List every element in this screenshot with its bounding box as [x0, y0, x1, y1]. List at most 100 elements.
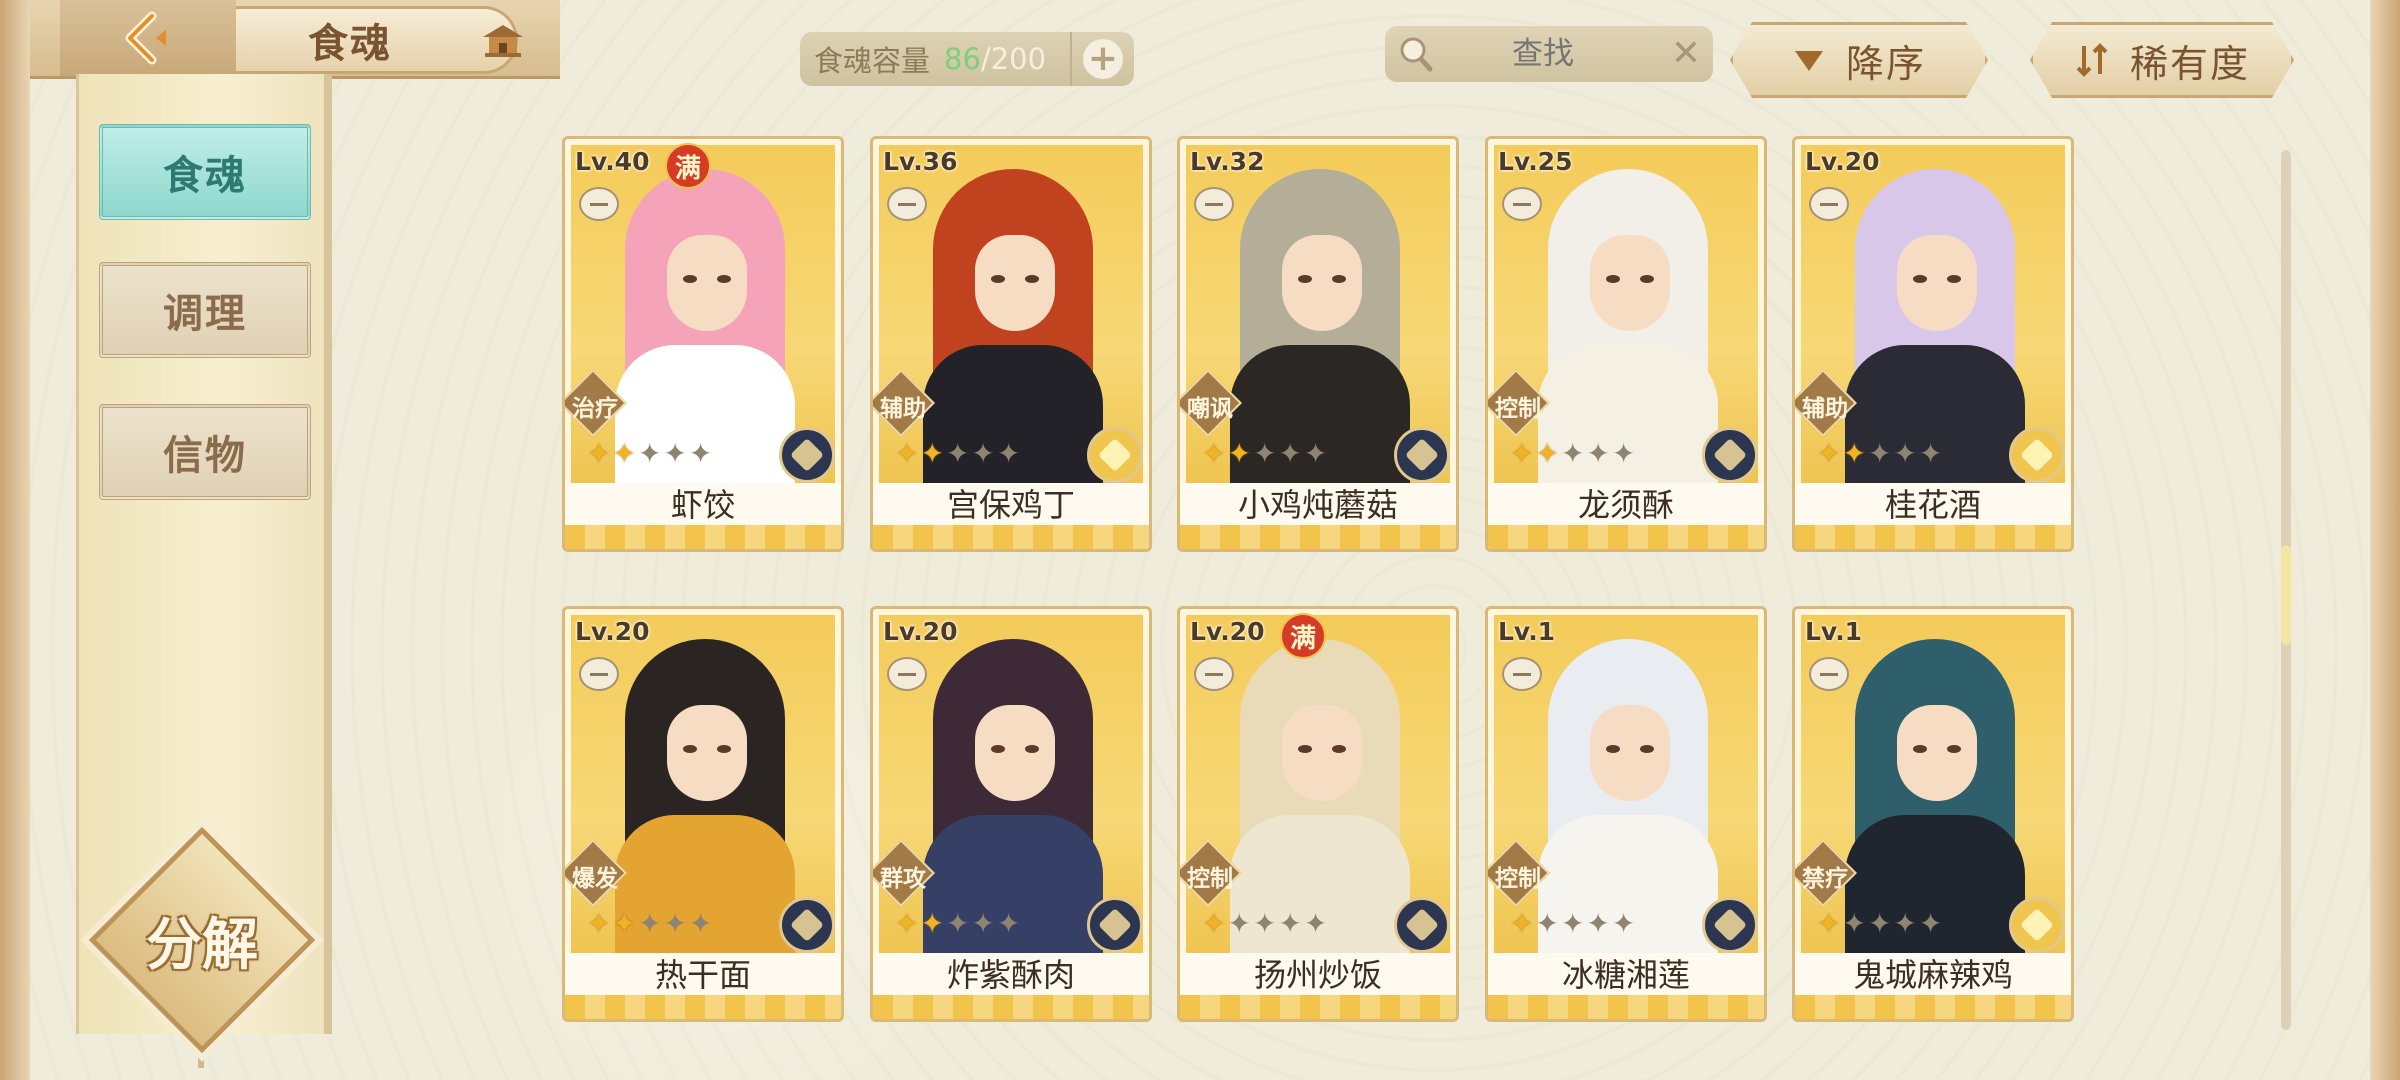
card-base-trim	[1488, 525, 1764, 549]
lock-toggle-icon[interactable]	[579, 657, 619, 691]
flame-star-icon: ✦	[1252, 437, 1277, 470]
card-base-trim	[565, 525, 841, 549]
flame-star-icon: ✦	[587, 907, 611, 940]
food-soul-card[interactable]: Lv.36 辅助 ✦ ✦ ✦ ✦ ✦ 宫保鸡丁	[870, 136, 1152, 552]
portrait-eye	[1947, 275, 1961, 283]
card-name: 小鸡炖蘑菇	[1180, 483, 1456, 527]
rarity-emblem-icon	[1087, 427, 1143, 483]
lock-toggle-icon[interactable]	[1194, 187, 1234, 221]
clear-search-button[interactable]: ✕	[1671, 36, 1701, 72]
triangle-down-icon	[1792, 45, 1826, 75]
role-label: 嘲讽	[1187, 396, 1233, 422]
star-rating: ✦ ✦ ✦ ✦ ✦	[1817, 439, 1942, 469]
role-badge: 控制	[1488, 369, 1550, 437]
lock-toggle-icon[interactable]	[887, 187, 927, 221]
sort-order-button[interactable]: 降序	[1730, 22, 1988, 98]
lock-toggle-icon[interactable]	[1502, 657, 1542, 691]
role-label: 爆发	[572, 866, 618, 892]
rarity-emblem-icon	[1702, 427, 1758, 483]
portrait-eye	[991, 275, 1005, 283]
flame-star-icon: ✦	[688, 437, 713, 470]
portrait-eye	[683, 275, 697, 283]
role-badge: 辅助	[873, 369, 935, 437]
home-button[interactable]	[470, 10, 536, 72]
food-soul-card[interactable]: Lv.20 满控制 ✦ ✦ ✦ ✦ ✦ 扬州炒饭	[1177, 606, 1459, 1022]
portrait-face	[1282, 235, 1362, 331]
flame-star-icon: ✦	[688, 907, 713, 940]
scrollbar-thumb[interactable]	[2281, 545, 2291, 645]
role-label: 治疗	[572, 396, 618, 422]
sidebar-item-food-souls[interactable]: 食魂	[99, 124, 311, 220]
role-label: 控制	[1187, 866, 1233, 892]
sort-by-rarity-button[interactable]: 稀有度	[2030, 22, 2294, 98]
flame-star-icon: ✦	[895, 907, 919, 940]
card-base-trim	[873, 995, 1149, 1019]
card-name: 扬州炒饭	[1180, 953, 1456, 997]
card-level: Lv.25	[1498, 147, 1573, 176]
flame-star-icon: ✦	[1278, 437, 1302, 470]
lock-toggle-icon[interactable]	[1809, 187, 1849, 221]
sidebar-item-tokens[interactable]: 信物	[99, 404, 311, 500]
food-soul-card[interactable]: Lv.20 群攻 ✦ ✦ ✦ ✦ ✦ 炸紫酥肉	[870, 606, 1152, 1022]
star-rating: ✦ ✦ ✦ ✦ ✦	[587, 909, 712, 939]
decompose-label[interactable]: 分解	[116, 900, 288, 981]
flame-star-icon: ✦	[1918, 907, 1943, 940]
capacity-current: 86	[944, 42, 981, 76]
flame-star-icon: ✦	[1867, 437, 1892, 470]
flame-star-icon: ✦	[612, 437, 636, 470]
star-rating: ✦ ✦ ✦ ✦ ✦	[1202, 909, 1327, 939]
card-level: Lv.20	[1805, 147, 1880, 176]
flame-star-icon: ✦	[1202, 437, 1226, 470]
food-soul-card[interactable]: Lv.20 爆发 ✦ ✦ ✦ ✦ ✦ 热干面	[562, 606, 844, 1022]
lock-toggle-icon[interactable]	[887, 657, 927, 691]
rarity-emblem-icon	[1702, 897, 1758, 953]
card-base-trim	[565, 995, 841, 1019]
lock-toggle-icon[interactable]	[1194, 657, 1234, 691]
flame-star-icon: ✦	[1303, 907, 1328, 940]
card-name: 鬼城麻辣鸡	[1795, 953, 2071, 997]
food-soul-card[interactable]: Lv.1 禁疗 ✦ ✦ ✦ ✦ ✦ 鬼城麻辣鸡	[1792, 606, 2074, 1022]
card-level: Lv.20	[575, 617, 650, 646]
food-soul-card[interactable]: Lv.20 辅助 ✦ ✦ ✦ ✦ ✦ 桂花酒	[1792, 136, 2074, 552]
expand-capacity-button[interactable]: +	[1070, 32, 1134, 86]
flame-star-icon: ✦	[1918, 437, 1943, 470]
lock-toggle-icon[interactable]	[1502, 187, 1542, 221]
lock-toggle-icon[interactable]	[579, 187, 619, 221]
portrait-eye	[1913, 275, 1927, 283]
flame-star-icon: ✦	[1893, 437, 1917, 470]
flame-star-icon: ✦	[971, 907, 995, 940]
food-soul-card[interactable]: Lv.32 嘲讽 ✦ ✦ ✦ ✦ ✦ 小鸡炖蘑菇	[1177, 136, 1459, 552]
card-level: Lv.36	[883, 147, 958, 176]
star-rating: ✦ ✦ ✦ ✦ ✦	[1510, 909, 1635, 939]
food-soul-card[interactable]: Lv.1 控制 ✦ ✦ ✦ ✦ ✦ 冰糖湘莲	[1485, 606, 1767, 1022]
max-level-badge: 满	[665, 143, 711, 189]
portrait-eye	[1606, 275, 1620, 283]
portrait-eye	[1913, 745, 1927, 753]
food-soul-card[interactable]: Lv.25 控制 ✦ ✦ ✦ ✦ ✦ 龙须酥	[1485, 136, 1767, 552]
page-title: 食魂	[308, 21, 392, 67]
back-button[interactable]	[60, 0, 236, 76]
portrait-eye	[1606, 745, 1620, 753]
portrait-face	[1590, 705, 1670, 801]
plus-icon: +	[1083, 39, 1123, 79]
card-name: 炸紫酥肉	[873, 953, 1149, 997]
card-base-trim	[1180, 525, 1456, 549]
sidebar-item-cooking[interactable]: 调理	[99, 262, 311, 358]
role-badge: 禁疗	[1795, 839, 1857, 907]
search-icon	[1391, 35, 1441, 73]
card-level: Lv.40	[575, 147, 650, 176]
back-arrow-icon	[125, 11, 166, 65]
portrait-face	[667, 705, 747, 801]
search-input[interactable]	[1441, 35, 1645, 73]
card-name: 宫保鸡丁	[873, 483, 1149, 527]
flame-star-icon: ✦	[1535, 437, 1559, 470]
flame-star-icon: ✦	[1586, 907, 1610, 940]
food-soul-card[interactable]: Lv.40 满治疗 ✦ ✦ ✦ ✦ ✦ 虾饺	[562, 136, 844, 552]
portrait-eye	[1640, 275, 1654, 283]
rarity-emblem-icon	[2009, 427, 2065, 483]
role-badge: 群攻	[873, 839, 935, 907]
flame-star-icon: ✦	[996, 907, 1021, 940]
role-badge: 控制	[1488, 839, 1550, 907]
lock-toggle-icon[interactable]	[1809, 657, 1849, 691]
star-rating: ✦ ✦ ✦ ✦ ✦	[895, 909, 1020, 939]
